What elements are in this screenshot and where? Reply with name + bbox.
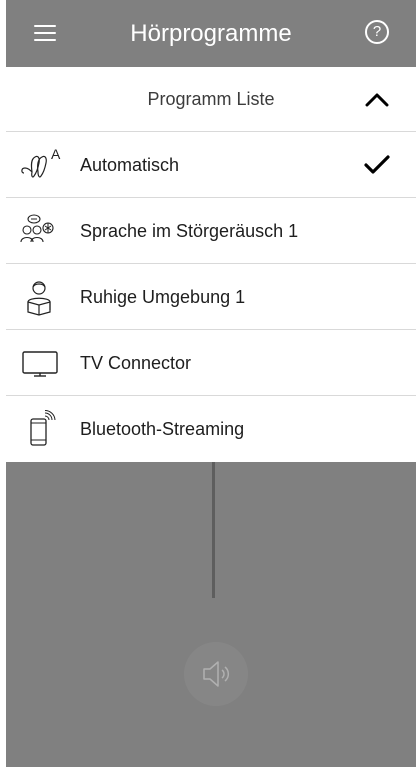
app-frame: Hörprogramme ? Programm Liste A Automati… <box>6 0 416 767</box>
help-button[interactable]: ? <box>365 20 389 44</box>
program-item-automatisch[interactable]: A Automatisch <box>6 132 416 198</box>
hearing-aid-auto-icon: A <box>21 146 61 178</box>
program-label: TV Connector <box>80 353 192 373</box>
program-label: Bluetooth-Streaming <box>80 419 245 439</box>
program-item-bluetooth-streaming[interactable]: Bluetooth-Streaming <box>6 396 416 462</box>
program-label: Automatisch <box>80 155 180 175</box>
page-title: Hörprogramme <box>130 20 292 47</box>
program-label: Sprache im Störgeräusch 1 <box>80 221 299 241</box>
tv-icon <box>22 351 58 377</box>
program-label: Ruhige Umgebung 1 <box>80 287 246 307</box>
program-item-ruhige-umgebung[interactable]: Ruhige Umgebung 1 <box>6 264 416 330</box>
app-header: Hörprogramme ? <box>6 0 416 67</box>
program-item-tv-connector[interactable]: TV Connector <box>6 330 416 396</box>
quiet-environment-icon <box>27 281 51 316</box>
dimmed-background <box>6 462 416 767</box>
program-list-header[interactable]: Programm Liste <box>6 67 416 132</box>
program-list: A Automatisch Sprache im Störgeräusch 1 <box>6 132 416 462</box>
program-list-title: Programm Liste <box>147 89 275 109</box>
volume-button[interactable] <box>184 642 248 706</box>
program-item-sprache-im-stoergeraeusch[interactable]: Sprache im Störgeräusch 1 <box>6 198 416 264</box>
speaker-icon <box>203 661 230 687</box>
phone-streaming-icon <box>30 410 56 446</box>
svg-text:A: A <box>51 146 61 162</box>
checkmark-icon <box>364 155 390 174</box>
volume-slider-track[interactable] <box>212 462 215 598</box>
speech-in-noise-icon <box>20 214 54 243</box>
chevron-up-icon[interactable] <box>362 87 392 111</box>
help-icon: ? <box>372 23 382 40</box>
